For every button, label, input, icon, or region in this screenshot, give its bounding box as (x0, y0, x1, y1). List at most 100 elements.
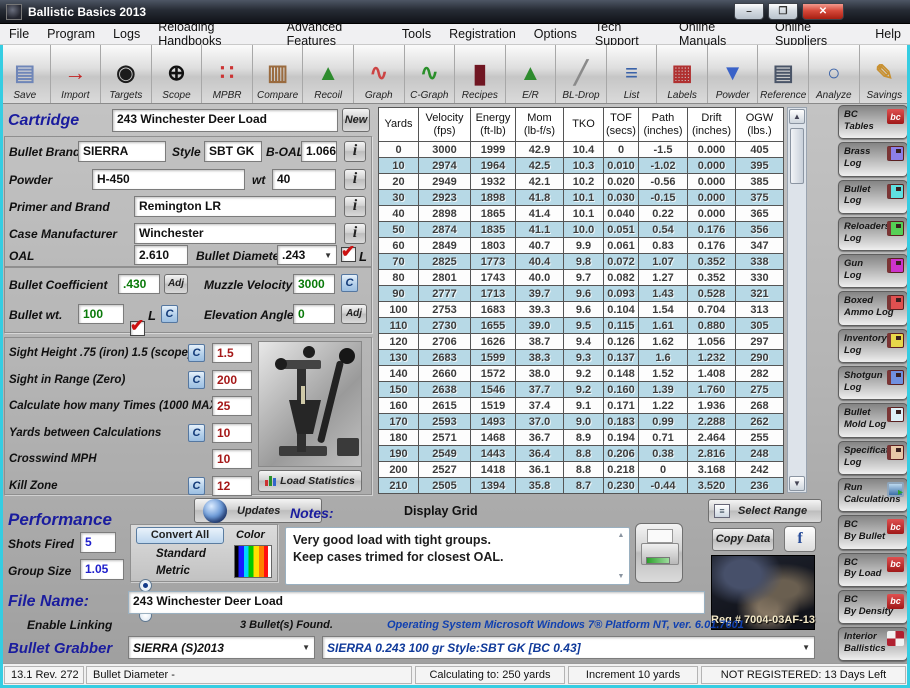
sidebar-button[interactable]: Gun Log (838, 254, 908, 288)
cartridge-name-input[interactable]: 243 Winchester Deer Load (112, 109, 338, 132)
table-row[interactable]: 14026601572 38.09.20.148 1.521.408282 (379, 366, 784, 382)
table-row[interactable]: 4028981865 41.410.10.040 0.220.000365 (379, 206, 784, 222)
powder-wt-input[interactable]: 40 (272, 169, 336, 190)
table-column-header[interactable]: Path (inches) (639, 108, 688, 142)
bullet-dropdown[interactable]: SIERRA 0.243 100 gr Style:SBT GK [BC 0.4… (322, 636, 815, 659)
sight-row-c-button[interactable]: C (188, 477, 205, 495)
table-row[interactable]: 11027301655 39.09.50.115 1.610.880305 (379, 318, 784, 334)
primer-info-button[interactable]: i (344, 196, 366, 217)
table-column-header[interactable]: OGW (lbs.) (736, 108, 784, 142)
toolbar-button[interactable]: Labels (657, 45, 708, 103)
sight-row-input[interactable]: 200 (212, 370, 252, 390)
copy-data-button[interactable]: Copy Data (712, 528, 774, 551)
toolbar-button[interactable]: Recipes (455, 45, 506, 103)
sidebar-button[interactable]: Shotgun Log (838, 366, 908, 400)
table-column-header[interactable]: Mom (lb-f/s) (516, 108, 564, 142)
new-cartridge-button[interactable]: New (342, 108, 370, 132)
table-row[interactable]: 20025271418 36.18.80.218 03.168242 (379, 462, 784, 478)
sidebar-button[interactable]: Brass Log (838, 142, 908, 176)
table-row[interactable]: 5028741835 41.110.00.051 0.540.176356 (379, 222, 784, 238)
muzzle-velocity-input[interactable]: 3000 (293, 274, 335, 294)
case-input[interactable]: Winchester (134, 223, 336, 244)
toolbar-button[interactable]: Graph (354, 45, 405, 103)
notes-scrollbar[interactable]: ▲ ▼ (615, 531, 627, 581)
case-info-button[interactable]: i (344, 223, 366, 244)
style-input[interactable]: SBT GK (204, 141, 262, 162)
powder-input[interactable]: H-450 (92, 169, 245, 190)
bullet-wt-input[interactable]: 100 (78, 304, 124, 324)
toolbar-button[interactable]: Reference (758, 45, 809, 103)
toolbar-button[interactable]: Analyze (809, 45, 860, 103)
table-row[interactable]: 12027061626 38.79.40.126 1.621.056297 (379, 334, 784, 350)
elevation-adj-button[interactable]: Adj (341, 304, 367, 324)
sight-row-input[interactable]: 10 (212, 423, 252, 443)
toolbar-button[interactable]: Powder (708, 45, 759, 103)
sidebar-button[interactable]: Bullet Log (838, 180, 908, 214)
bullet-wt-link-checkbox[interactable] (130, 321, 145, 336)
menu-item[interactable]: Help (866, 25, 910, 43)
table-row[interactable]: 030001999 42.910.40 -1.50.000405 (379, 142, 784, 158)
toolbar-button[interactable]: Compare (253, 45, 304, 103)
scroll-up-icon[interactable]: ▲ (789, 109, 805, 124)
toolbar-button[interactable]: Recoil (303, 45, 354, 103)
toolbar-button[interactable]: Save (0, 45, 51, 103)
elevation-angle-input[interactable]: 0 (293, 304, 335, 324)
sidebar-button[interactable]: BC By Density (838, 590, 908, 624)
sidebar-button[interactable]: Specification Log (838, 441, 908, 475)
sight-row-c-button[interactable]: C (188, 371, 205, 389)
shots-fired-input[interactable]: 5 (80, 532, 116, 553)
sidebar-button[interactable]: BC Tables (838, 105, 908, 139)
table-row[interactable]: 15026381546 37.79.20.160 1.391.760275 (379, 382, 784, 398)
table-row[interactable]: 18025711468 36.78.90.194 0.712.464255 (379, 430, 784, 446)
oal-input[interactable]: 2.610 (134, 245, 188, 265)
toolbar-button[interactable]: Scope (152, 45, 203, 103)
sight-row-c-button[interactable]: C (188, 424, 205, 442)
load-statistics-button[interactable]: Load Statistics (258, 470, 362, 492)
table-row[interactable]: 3029231898 41.810.10.030 -0.150.000375 (379, 190, 784, 206)
sidebar-button[interactable]: Reloaders Log (838, 217, 908, 251)
file-name-input[interactable]: 243 Winchester Deer Load (128, 591, 705, 614)
scrollbar-thumb[interactable] (790, 128, 804, 184)
table-scrollbar[interactable]: ▲ ▼ (787, 107, 807, 493)
diameter-link-checkbox[interactable] (341, 247, 356, 262)
sidebar-button[interactable]: BC By Bullet (838, 515, 908, 549)
bullet-wt-c-button[interactable]: C (161, 305, 178, 323)
select-range-button[interactable]: ≡ Select Range (708, 499, 822, 523)
powder-info-button[interactable]: i (344, 169, 366, 190)
bullet-diameter-select[interactable]: .243 ▼ (277, 245, 337, 265)
menu-item[interactable]: Options (525, 25, 586, 43)
table-row[interactable]: 10027531683 39.39.60.104 1.540.704313 (379, 302, 784, 318)
toolbar-button[interactable]: Targets (101, 45, 152, 103)
sidebar-button[interactable]: Interior Ballistics (838, 627, 908, 661)
sidebar-button[interactable]: Boxed Ammo Log (838, 291, 908, 325)
boal-input[interactable]: 1.066 (301, 141, 337, 162)
table-row[interactable]: 13026831599 38.39.30.137 1.61.232290 (379, 350, 784, 366)
toolbar-button[interactable]: BL-Drop (556, 45, 607, 103)
print-button[interactable] (635, 523, 683, 583)
sight-row-input[interactable]: 25 (212, 396, 252, 416)
sidebar-button[interactable]: Bullet Mold Log (838, 403, 908, 437)
sidebar-button[interactable]: Run Calculations (838, 478, 908, 512)
table-column-header[interactable]: Drift (inches) (688, 108, 736, 142)
table-row[interactable]: 19025491443 36.48.80.206 0.382.816248 (379, 446, 784, 462)
toolbar-button[interactable]: MPBR (202, 45, 253, 103)
sight-row-input[interactable]: 12 (212, 476, 252, 496)
sight-row-input[interactable]: 1.5 (212, 343, 252, 363)
table-column-header[interactable]: TKO (564, 108, 604, 142)
table-row[interactable]: 21025051394 35.88.70.230 -0.443.520236 (379, 478, 784, 494)
bullet-coefficient-input[interactable]: .430 (118, 274, 160, 294)
sight-row-c-button[interactable]: C (188, 344, 205, 362)
scroll-down-icon[interactable]: ▼ (789, 476, 805, 491)
toolbar-button[interactable]: C-Graph (405, 45, 456, 103)
toolbar-button[interactable]: List (607, 45, 658, 103)
menu-item[interactable]: Registration (440, 25, 525, 43)
toolbar-button[interactable]: E/R (506, 45, 557, 103)
table-row[interactable]: 7028251773 40.49.80.072 1.070.352338 (379, 254, 784, 270)
table-column-header[interactable]: TOF (secs) (604, 108, 639, 142)
brand-dropdown[interactable]: SIERRA (S)2013 ▼ (128, 636, 315, 659)
table-row[interactable]: 9027771713 39.79.60.093 1.430.528321 (379, 286, 784, 302)
scroll-up-icon[interactable]: ▲ (615, 531, 627, 540)
primer-input[interactable]: Remington LR (134, 196, 336, 217)
menu-item[interactable]: Program (38, 25, 104, 43)
sidebar-button[interactable]: Inventory Log (838, 329, 908, 363)
